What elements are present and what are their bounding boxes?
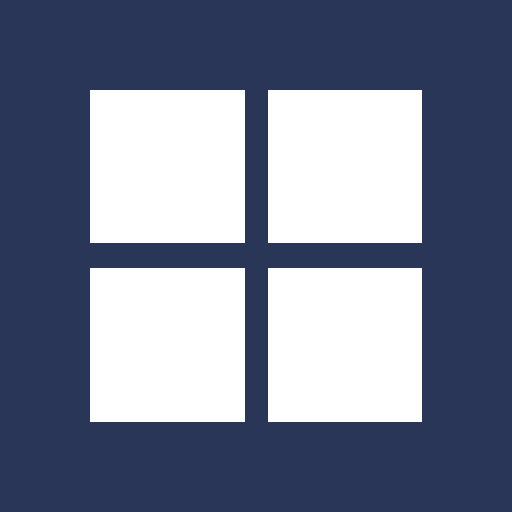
grid-tile-top-left (90, 90, 245, 243)
app-icon (0, 0, 512, 512)
grid-icon (90, 90, 422, 422)
grid-tile-bottom-right (268, 268, 422, 422)
grid-tile-top-right (268, 90, 422, 243)
grid-tile-bottom-left (90, 268, 245, 422)
